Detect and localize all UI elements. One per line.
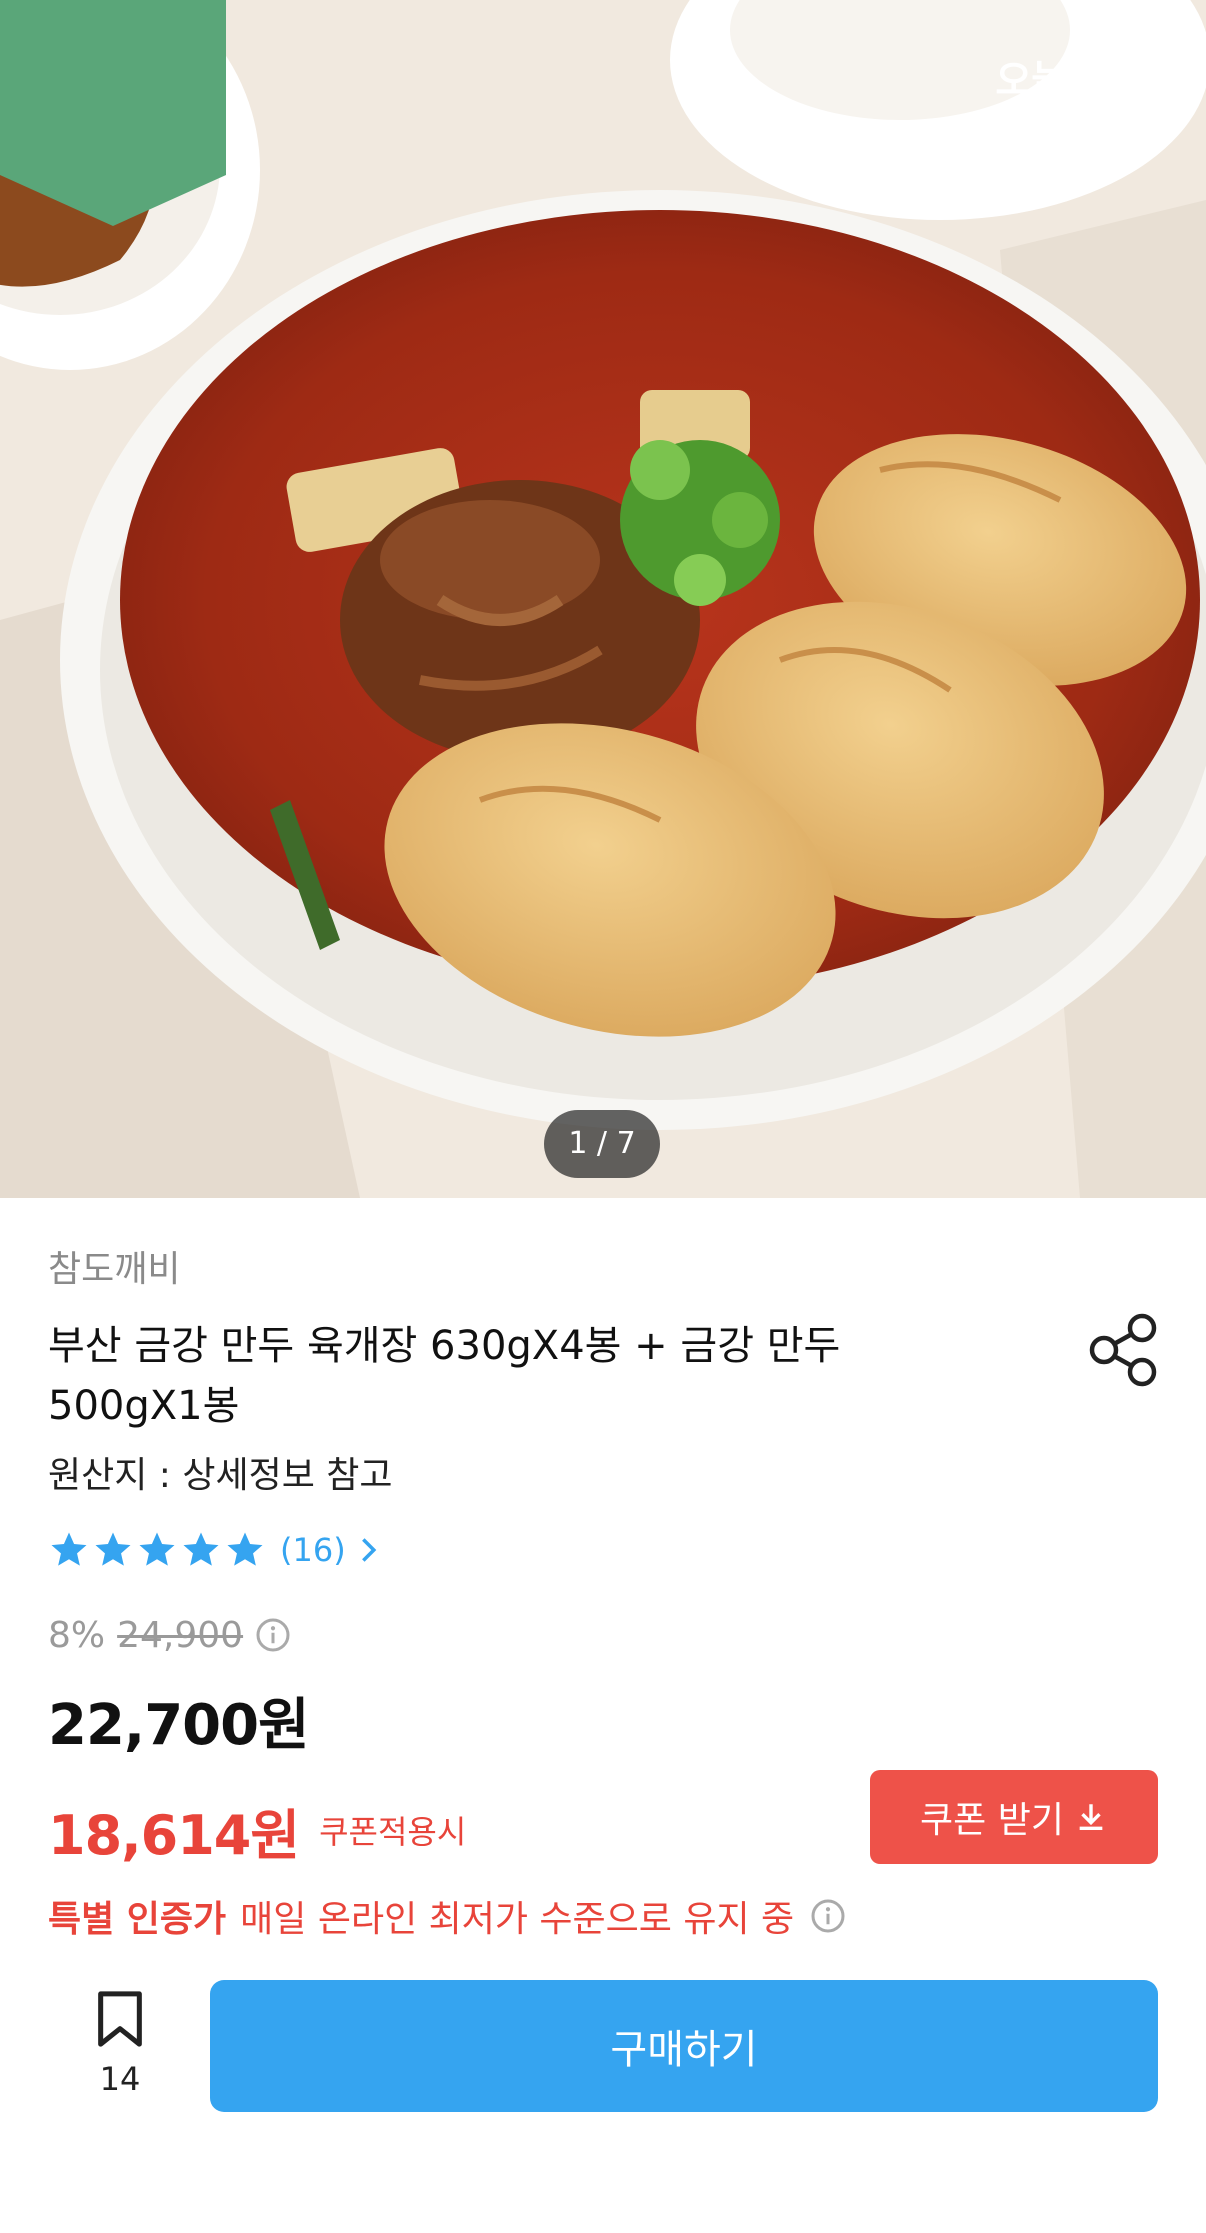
share-icon[interactable] — [1084, 1310, 1164, 1390]
star-icon — [95, 1532, 131, 1566]
origin-info: 원산지 : 상세정보 참고 — [48, 1455, 393, 1496]
review-count[interactable]: (16) — [280, 1531, 346, 1569]
buy-button[interactable]: 구매하기 — [210, 1980, 1158, 2112]
buy-button-label: 구매하기 — [610, 2027, 758, 2073]
special-price-text: 매일 온라인 최저가 수준으로 유지 중 — [240, 1899, 795, 1940]
original-price: 24,900 — [117, 1614, 244, 1656]
chevron-right-icon — [361, 1538, 376, 1562]
star-icon — [183, 1532, 219, 1566]
sale-price: 22,700원 — [48, 1693, 310, 1758]
info-icon[interactable] — [255, 1617, 291, 1653]
special-price-notice: 특별 인증가 매일 온라인 최저가 수준으로 유지 중 — [48, 1890, 846, 1942]
pick-badge-line2: p!ck — [1013, 100, 1122, 154]
coupon-price: 18,614원 — [48, 1803, 300, 1867]
coupon-note: 쿠폰적용시 — [319, 1813, 467, 1851]
image-counter: 1 / 7 — [544, 1110, 660, 1178]
rating-stars — [48, 1529, 266, 1571]
discount-percent: 8% — [48, 1614, 106, 1656]
download-icon — [1079, 1804, 1103, 1831]
discount-row: 8% 24,900 — [48, 1612, 291, 1658]
bookmark-icon — [98, 1991, 142, 2047]
get-coupon-button[interactable]: 쿠폰 받기 — [870, 1770, 1158, 1864]
star-icon — [139, 1532, 175, 1566]
star-icon — [51, 1532, 87, 1566]
coupon-price-row: 18,614원 쿠폰적용시 — [48, 1788, 466, 1872]
get-coupon-label: 쿠폰 받기 — [920, 1800, 1064, 1841]
star-icon — [227, 1532, 263, 1566]
brand-name[interactable]: 참도깨비 — [48, 1240, 180, 1292]
product-title: 부산 금강 만두 육개장 630gX4봉 + 금강 만두 500gX1봉 — [48, 1323, 841, 1429]
rating-row[interactable]: (16) — [48, 1526, 382, 1574]
special-price-label: 특별 인증가 — [48, 1899, 227, 1940]
bookmark-button[interactable]: 14 — [80, 1990, 160, 2110]
bookmark-count: 14 — [99, 2060, 141, 2098]
pick-badge-line1: 오늘의집 — [995, 58, 1139, 104]
pick-badge — [0, 0, 226, 226]
product-image[interactable]: 오늘의집 p!ck 1 / 7 — [0, 0, 1206, 1198]
info-icon[interactable] — [810, 1898, 846, 1934]
